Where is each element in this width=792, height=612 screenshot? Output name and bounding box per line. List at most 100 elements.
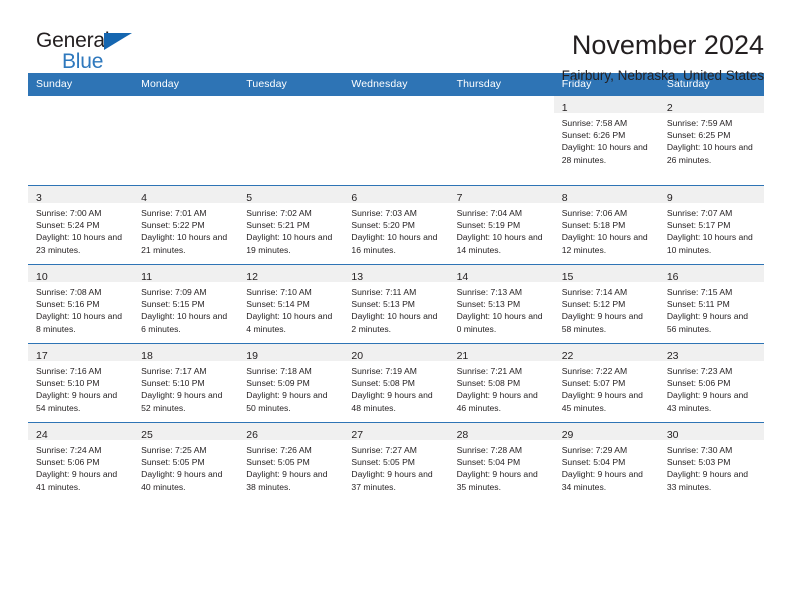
calendar-day-cell[interactable]: 27 Sunrise: 7:27 AM Sunset: 5:05 PM Dayligh… [343, 422, 449, 501]
day-sun-info: Sunrise: 7:00 AM Sunset: 5:24 PM Daylight:… [28, 203, 133, 256]
calendar-day-cell[interactable]: 25 Sunrise: 7:25 AM Sunset: 5:05 PM Dayligh… [133, 422, 239, 501]
calendar-page: General Blue November 2024 Fairbury, Neb… [0, 0, 792, 612]
daylight-text: Daylight: 10 hours and 8 minutes. [36, 311, 122, 334]
page-location: Fairbury, Nebraska, United States [561, 68, 764, 83]
sunset-text: Sunset: 5:07 PM [561, 378, 626, 389]
daylight-text: Daylight: 9 hours and 35 minutes. [456, 469, 538, 492]
day-number: 7 [456, 192, 463, 204]
sunset-text: Sunset: 5:13 PM [351, 299, 415, 310]
sunset-text: Sunset: 5:10 PM [36, 378, 100, 389]
sunset-text: Sunset: 5:05 PM [141, 457, 205, 468]
day-sun-info: Sunrise: 7:28 AM Sunset: 5:04 PM Daylight:… [449, 440, 554, 493]
calendar-day-cell[interactable]: 1 Sunrise: 7:58 AM Sunset: 6:26 PM Daylight… [553, 95, 659, 186]
sunset-text: Sunset: 5:11 PM [666, 299, 730, 310]
sunset-text: Sunset: 5:18 PM [561, 220, 626, 231]
calendar-day-cell[interactable]: 9 Sunrise: 7:07 AM Sunset: 5:17 PM Daylight… [658, 185, 764, 265]
weekday-header-thursday: Thursday [448, 73, 554, 96]
calendar-day-cell[interactable]: 14 Sunrise: 7:13 AM Sunset: 5:13 PM Dayligh… [448, 264, 554, 344]
sunrise-text: Sunrise: 7:02 AM [246, 208, 312, 218]
calendar-day-cell[interactable]: 10 Sunrise: 7:08 AM Sunset: 5:16 PM Dayligh… [28, 264, 134, 344]
calendar-day-cell[interactable]: 20 Sunrise: 7:19 AM Sunset: 5:08 PM Dayligh… [343, 343, 449, 423]
calendar-day-cell[interactable]: 18 Sunrise: 7:17 AM Sunset: 5:10 PM Dayligh… [133, 343, 239, 423]
calendar-day-cell[interactable]: 16 Sunrise: 7:15 AM Sunset: 5:11 PM Dayligh… [658, 264, 764, 344]
sunset-text: Sunset: 5:06 PM [666, 378, 731, 389]
sunset-text: Sunset: 5:03 PM [666, 457, 731, 468]
day-number: 1 [561, 102, 568, 114]
calendar-day-cell[interactable]: 13 Sunrise: 7:11 AM Sunset: 5:13 PM Dayligh… [343, 264, 449, 344]
day-number-strip: 13 [343, 265, 449, 283]
day-sun-info: Sunrise: 7:16 AM Sunset: 5:10 PM Daylight:… [28, 361, 133, 414]
calendar-day-cell[interactable]: 7 Sunrise: 7:04 AM Sunset: 5:19 PM Daylight… [448, 185, 554, 265]
calendar-day-cell[interactable]: 30 Sunrise: 7:30 AM Sunset: 5:03 PM Dayligh… [658, 422, 764, 501]
day-number-strip: 30 [658, 423, 764, 441]
day-sun-info: Sunrise: 7:04 AM Sunset: 5:19 PM Daylight:… [449, 203, 554, 256]
calendar-day-cell[interactable]: 12 Sunrise: 7:10 AM Sunset: 5:14 PM Dayligh… [238, 264, 344, 344]
sun-calendar-table: Sunday Monday Tuesday Wednesday Thursday… [28, 73, 764, 501]
calendar-day-cell[interactable]: 28 Sunrise: 7:28 AM Sunset: 5:04 PM Dayligh… [448, 422, 554, 501]
day-sun-info: Sunrise: 7:01 AM Sunset: 5:22 PM Daylight:… [133, 203, 238, 256]
calendar-cell-empty [28, 95, 134, 186]
daylight-text: Daylight: 10 hours and 4 minutes. [246, 311, 333, 334]
daylight-text: Daylight: 10 hours and 2 minutes. [351, 311, 438, 334]
calendar-day-cell[interactable]: 29 Sunrise: 7:29 AM Sunset: 5:04 PM Dayligh… [553, 422, 659, 501]
weekday-header-sunday: Sunday [28, 73, 134, 96]
calendar-day-cell[interactable]: 23 Sunrise: 7:23 AM Sunset: 5:06 PM Dayligh… [658, 343, 764, 423]
calendar-day-cell[interactable]: 24 Sunrise: 7:24 AM Sunset: 5:06 PM Dayligh… [28, 422, 134, 501]
day-number-strip: 24 [28, 423, 134, 441]
day-number: 19 [246, 350, 258, 362]
sunset-text: Sunset: 5:13 PM [456, 299, 521, 310]
day-number-strip: 27 [343, 423, 449, 441]
sunrise-text: Sunrise: 7:25 AM [141, 445, 207, 455]
sunrise-text: Sunrise: 7:17 AM [141, 366, 207, 376]
day-sun-info: Sunrise: 7:10 AM Sunset: 5:14 PM Daylight:… [238, 282, 343, 335]
sunset-text: Sunset: 5:17 PM [666, 220, 731, 231]
calendar-day-cell[interactable]: 3 Sunrise: 7:00 AM Sunset: 5:24 PM Daylight… [28, 185, 134, 265]
calendar-day-cell[interactable]: 21 Sunrise: 7:21 AM Sunset: 5:08 PM Dayligh… [448, 343, 554, 423]
day-number-strip: 29 [553, 423, 659, 441]
calendar-day-cell[interactable]: 17 Sunrise: 7:16 AM Sunset: 5:10 PM Dayligh… [28, 343, 134, 423]
calendar-day-cell[interactable]: 26 Sunrise: 7:26 AM Sunset: 5:05 PM Dayligh… [238, 422, 344, 501]
sunrise-text: Sunrise: 7:06 AM [561, 208, 628, 218]
calendar-day-cell[interactable]: 5 Sunrise: 7:02 AM Sunset: 5:21 PM Daylight… [238, 185, 344, 265]
day-sun-info: Sunrise: 7:27 AM Sunset: 5:05 PM Daylight:… [343, 440, 448, 493]
day-number: 29 [561, 429, 574, 441]
daylight-text: Daylight: 9 hours and 48 minutes. [351, 390, 433, 413]
sunrise-text: Sunrise: 7:07 AM [666, 208, 733, 218]
day-number-strip: 18 [133, 344, 239, 362]
daylight-text: Daylight: 9 hours and 38 minutes. [246, 469, 328, 492]
calendar-day-cell[interactable]: 11 Sunrise: 7:09 AM Sunset: 5:15 PM Dayligh… [133, 264, 239, 344]
day-number-strip: 9 [658, 186, 764, 204]
daylight-text: Daylight: 10 hours and 21 minutes. [141, 232, 228, 255]
day-sun-info: Sunrise: 7:24 AM Sunset: 5:06 PM Daylight:… [28, 440, 133, 493]
day-number-strip: 6 [343, 186, 449, 204]
sunrise-text: Sunrise: 7:58 AM [561, 118, 628, 128]
day-number: 3 [36, 192, 42, 204]
calendar-day-cell[interactable]: 6 Sunrise: 7:03 AM Sunset: 5:20 PM Daylight… [343, 185, 449, 265]
calendar-day-cell[interactable]: 2 Sunrise: 7:59 AM Sunset: 6:25 PM Daylight… [658, 95, 764, 186]
day-sun-info: Sunrise: 7:21 AM Sunset: 5:08 PM Daylight:… [449, 361, 554, 414]
calendar-day-cell[interactable]: 19 Sunrise: 7:18 AM Sunset: 5:09 PM Dayligh… [238, 343, 344, 423]
day-number: 20 [351, 350, 364, 362]
day-number-strip: 12 [238, 265, 344, 283]
day-number-strip: 22 [553, 344, 659, 362]
day-sun-info: Sunrise: 7:29 AM Sunset: 5:04 PM Daylight:… [554, 440, 659, 493]
day-sun-info: Sunrise: 7:08 AM Sunset: 5:16 PM Daylight:… [28, 282, 133, 335]
sunrise-text: Sunrise: 7:10 AM [246, 287, 312, 297]
calendar-day-cell[interactable]: 4 Sunrise: 7:01 AM Sunset: 5:22 PM Daylight… [133, 185, 239, 265]
day-sun-info: Sunrise: 7:02 AM Sunset: 5:21 PM Daylight:… [238, 203, 343, 256]
calendar-day-cell[interactable]: 8 Sunrise: 7:06 AM Sunset: 5:18 PM Daylight… [553, 185, 659, 265]
sunset-text: Sunset: 5:08 PM [351, 378, 415, 389]
calendar-day-cell[interactable]: 22 Sunrise: 7:22 AM Sunset: 5:07 PM Dayligh… [553, 343, 659, 423]
day-number: 8 [561, 192, 568, 204]
day-number: 25 [141, 429, 153, 441]
day-sun-info: Sunrise: 7:11 AM Sunset: 5:13 PM Daylight:… [343, 282, 448, 335]
calendar-day-cell[interactable]: 15 Sunrise: 7:14 AM Sunset: 5:12 PM Dayligh… [553, 264, 659, 344]
sunrise-text: Sunrise: 7:19 AM [351, 366, 417, 376]
sunrise-text: Sunrise: 7:23 AM [666, 366, 733, 376]
day-number: 23 [666, 350, 679, 362]
empty-day-placeholder [28, 96, 134, 185]
day-sun-info: Sunrise: 7:07 AM Sunset: 5:17 PM Daylight:… [659, 203, 764, 256]
daylight-text: Daylight: 10 hours and 19 minutes. [246, 232, 333, 255]
brand-logo[interactable]: General Blue [28, 30, 148, 76]
sunrise-text: Sunrise: 7:59 AM [666, 118, 733, 128]
